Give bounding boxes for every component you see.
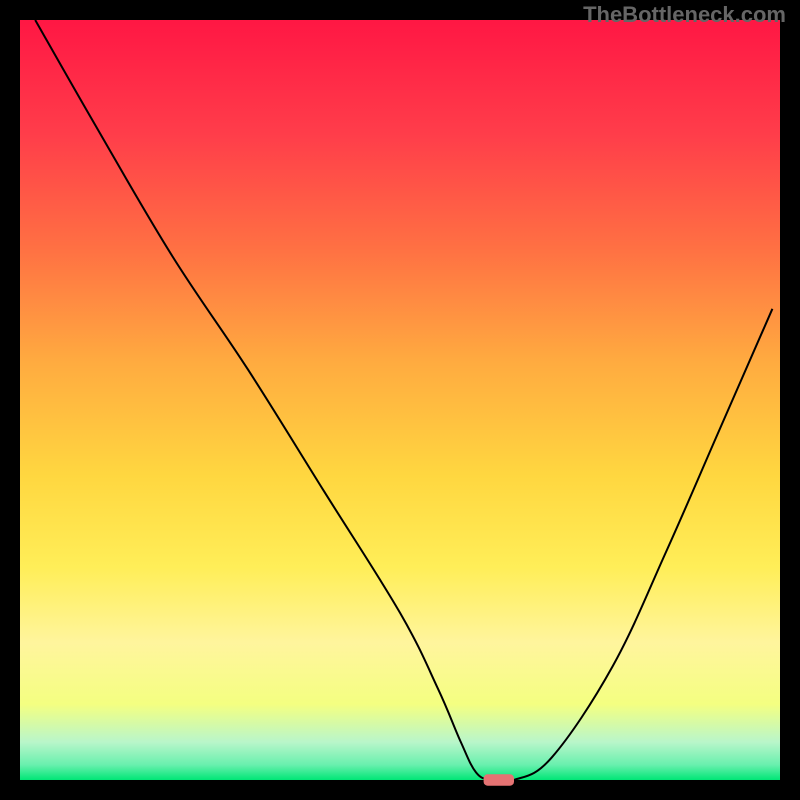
watermark-text: TheBottleneck.com xyxy=(583,2,786,28)
plot-background xyxy=(20,20,780,780)
bottleneck-chart xyxy=(0,0,800,800)
optimal-marker xyxy=(484,774,514,785)
chart-container xyxy=(0,0,800,800)
